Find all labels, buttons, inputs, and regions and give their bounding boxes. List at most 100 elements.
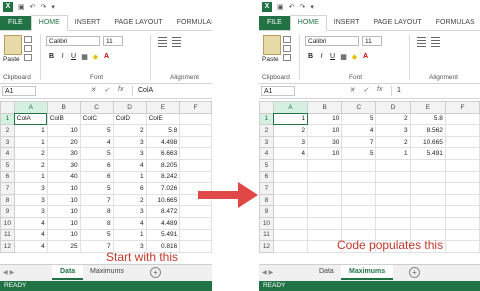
sheet-tab-maximums[interactable]: Maximums bbox=[341, 265, 394, 280]
chevron-down-icon[interactable]: ▾ bbox=[51, 3, 55, 11]
cell[interactable]: 25 bbox=[46, 240, 81, 253]
cell[interactable] bbox=[409, 216, 446, 230]
row-header[interactable]: 7 bbox=[0, 182, 15, 195]
cell[interactable] bbox=[444, 124, 480, 137]
cell[interactable]: 5 bbox=[79, 182, 114, 195]
cell[interactable] bbox=[179, 112, 212, 126]
cell[interactable]: 10 bbox=[306, 124, 343, 137]
cell[interactable]: 4 bbox=[341, 124, 377, 137]
cell[interactable] bbox=[272, 182, 309, 195]
cell[interactable] bbox=[272, 170, 309, 184]
row-header[interactable]: 6 bbox=[259, 170, 274, 184]
cell[interactable]: 4 bbox=[13, 240, 48, 253]
tab-insert[interactable]: INSERT bbox=[68, 16, 108, 30]
column-header[interactable]: F bbox=[444, 101, 480, 114]
cell[interactable] bbox=[341, 182, 377, 195]
cell[interactable]: ColB bbox=[46, 112, 81, 126]
cell[interactable]: 3 bbox=[112, 147, 147, 160]
cell[interactable]: 5 bbox=[341, 147, 377, 160]
cell[interactable] bbox=[341, 205, 377, 218]
format-painter-icon[interactable] bbox=[24, 54, 32, 61]
copy-icon[interactable] bbox=[283, 45, 291, 52]
cell[interactable]: 1 bbox=[112, 170, 147, 184]
row-header[interactable]: 10 bbox=[259, 216, 274, 230]
cell[interactable]: ColD bbox=[112, 112, 147, 126]
cell[interactable]: 2 bbox=[13, 147, 48, 160]
cell[interactable]: 1 bbox=[13, 170, 48, 184]
bold-icon[interactable]: B bbox=[307, 53, 314, 61]
cell[interactable]: 5 bbox=[79, 228, 114, 242]
cell[interactable]: 8.562 bbox=[409, 124, 446, 137]
cell[interactable]: 3 bbox=[375, 124, 411, 137]
column-header[interactable]: D bbox=[112, 101, 147, 114]
cell[interactable] bbox=[306, 193, 343, 207]
cancel-icon[interactable]: ✕ bbox=[90, 86, 96, 94]
enter-icon[interactable]: ✓ bbox=[104, 86, 110, 94]
cell[interactable] bbox=[179, 228, 212, 242]
row-header[interactable]: 12 bbox=[259, 240, 274, 253]
cut-icon[interactable] bbox=[283, 36, 291, 43]
cell[interactable]: 2 bbox=[375, 135, 411, 149]
cell[interactable] bbox=[409, 193, 446, 207]
cell[interactable] bbox=[341, 158, 377, 172]
row-header[interactable]: 5 bbox=[0, 158, 15, 172]
cell[interactable]: 5.491 bbox=[409, 147, 446, 160]
cell[interactable]: 10 bbox=[306, 112, 343, 126]
cell[interactable] bbox=[444, 170, 480, 184]
cell[interactable]: 5.491 bbox=[145, 228, 181, 242]
column-header[interactable]: C bbox=[341, 101, 377, 114]
cell[interactable]: 2 bbox=[272, 124, 309, 137]
tab-file[interactable]: FILE bbox=[0, 16, 31, 30]
cell[interactable]: ColC bbox=[79, 112, 114, 126]
undo-icon[interactable]: ↶ bbox=[30, 3, 36, 11]
sheet-tab-maximums[interactable]: Maximums bbox=[82, 265, 132, 278]
paste-button-label[interactable]: Paste bbox=[3, 56, 20, 63]
cell[interactable]: 10 bbox=[46, 193, 81, 207]
cell[interactable] bbox=[306, 205, 343, 218]
cell[interactable] bbox=[375, 158, 411, 172]
paste-button-label[interactable]: Paste bbox=[262, 56, 279, 63]
column-header[interactable]: C bbox=[79, 101, 114, 114]
cell[interactable]: 6 bbox=[79, 158, 114, 172]
column-header[interactable]: B bbox=[306, 101, 343, 114]
row-header[interactable]: 4 bbox=[0, 147, 15, 160]
cell[interactable] bbox=[375, 182, 411, 195]
cell[interactable] bbox=[409, 182, 446, 195]
cell[interactable] bbox=[341, 193, 377, 207]
column-header[interactable]: A bbox=[13, 101, 48, 114]
save-icon[interactable]: ▣ bbox=[18, 3, 25, 11]
cell[interactable]: 5 bbox=[79, 124, 114, 137]
cell[interactable]: 10 bbox=[46, 205, 81, 218]
cell[interactable]: 4 bbox=[272, 147, 309, 160]
copy-icon[interactable] bbox=[24, 45, 32, 52]
cell[interactable] bbox=[306, 182, 343, 195]
redo-icon[interactable]: ↷ bbox=[300, 3, 306, 11]
italic-icon[interactable]: I bbox=[59, 53, 66, 61]
cell[interactable]: 4 bbox=[112, 216, 147, 230]
tab-formulas[interactable]: FORMULAS bbox=[170, 16, 212, 30]
cell[interactable]: 10 bbox=[306, 147, 343, 160]
cell[interactable] bbox=[444, 240, 480, 253]
cell[interactable] bbox=[179, 158, 212, 172]
cell[interactable] bbox=[179, 240, 212, 253]
tab-file[interactable]: FILE bbox=[259, 16, 290, 30]
cell[interactable]: 7 bbox=[79, 193, 114, 207]
cell[interactable]: 8 bbox=[79, 216, 114, 230]
cell[interactable]: 8 bbox=[79, 205, 114, 218]
cell[interactable] bbox=[306, 170, 343, 184]
cell[interactable] bbox=[444, 112, 480, 126]
cell[interactable] bbox=[409, 158, 446, 172]
cell[interactable] bbox=[306, 216, 343, 230]
font-color-icon[interactable]: A bbox=[362, 53, 369, 61]
column-header[interactable]: D bbox=[375, 101, 411, 114]
row-header[interactable]: 12 bbox=[0, 240, 15, 253]
cell[interactable] bbox=[444, 158, 480, 172]
underline-icon[interactable]: U bbox=[70, 53, 77, 61]
cell[interactable]: 6 bbox=[79, 170, 114, 184]
column-header[interactable]: A bbox=[272, 101, 309, 114]
cell[interactable]: 10 bbox=[46, 228, 81, 242]
cut-icon[interactable] bbox=[24, 36, 32, 43]
cell[interactable] bbox=[341, 216, 377, 230]
cell[interactable] bbox=[179, 147, 212, 160]
add-sheet-icon[interactable]: + bbox=[150, 267, 161, 278]
